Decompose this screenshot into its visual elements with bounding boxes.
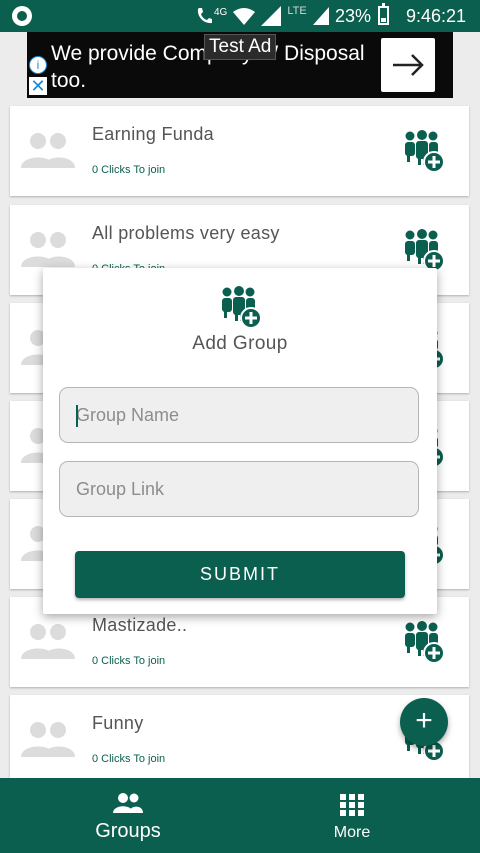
group-name-input[interactable] [60, 388, 418, 442]
nav-groups[interactable]: Groups [8, 778, 248, 853]
ad-banner[interactable]: i ✕ We provide Company W Disposal too. T… [27, 32, 453, 98]
battery-percent: 23% [335, 6, 372, 26]
group-name: Funny [92, 713, 144, 733]
grid-icon [340, 794, 364, 816]
group-clicks: 0 Clicks To join [92, 164, 166, 176]
nav-groups-label: Groups [95, 820, 161, 842]
add-group-icon [216, 284, 264, 330]
group-avatar-icon [21, 719, 75, 759]
group-card[interactable]: Funny 0 Clicks To join [10, 695, 469, 785]
group-avatar-icon [21, 130, 75, 170]
group-avatar-icon [21, 229, 75, 269]
group-name-field[interactable] [59, 387, 419, 443]
add-fab-button[interactable]: + [400, 698, 448, 746]
dialog-title: Add Group [192, 333, 288, 354]
group-card[interactable]: Earning Funda 0 Clicks To join [10, 106, 469, 196]
nav-more-label: More [333, 824, 371, 841]
text-cursor [76, 405, 78, 427]
status-icons: 4G LTE [196, 5, 329, 27]
info-icon[interactable]: i [29, 56, 47, 74]
bottom-navigation: Groups More [0, 778, 480, 853]
group-name: Mastizade.. [92, 615, 188, 635]
notification-icon [12, 6, 32, 26]
signal-icon-2 [312, 7, 329, 25]
signal-icon [261, 6, 282, 26]
people-icon [113, 793, 143, 813]
add-group-dialog: Add Group SUBMIT [43, 268, 437, 614]
wifi-icon [233, 8, 256, 25]
group-name: Earning Funda [92, 124, 214, 144]
group-clicks: 0 Clicks To join [92, 655, 166, 667]
network-type-label: 4G [214, 6, 228, 18]
join-group-icon[interactable] [400, 227, 446, 273]
status-bar: 4G LTE 23% 9:46:21 [0, 0, 480, 32]
lte-label: LTE [287, 5, 307, 17]
group-name: All problems very easy [92, 223, 280, 243]
arrow-right-icon [393, 54, 424, 76]
ad-arrow-button[interactable] [381, 38, 435, 92]
phone-icon [197, 8, 212, 24]
nav-more[interactable]: More [232, 778, 472, 853]
close-icon[interactable]: ✕ [29, 77, 47, 95]
group-link-field[interactable] [59, 461, 419, 517]
battery-icon [378, 3, 389, 25]
join-group-icon[interactable] [400, 619, 446, 665]
test-ad-badge: Test Ad [204, 34, 277, 60]
group-clicks: 0 Clicks To join [92, 753, 166, 765]
clock: 9:46:21 [406, 6, 467, 26]
join-group-icon[interactable] [400, 128, 446, 174]
submit-button[interactable]: SUBMIT [75, 551, 405, 598]
group-link-input[interactable] [60, 462, 418, 516]
group-avatar-icon [21, 621, 75, 661]
